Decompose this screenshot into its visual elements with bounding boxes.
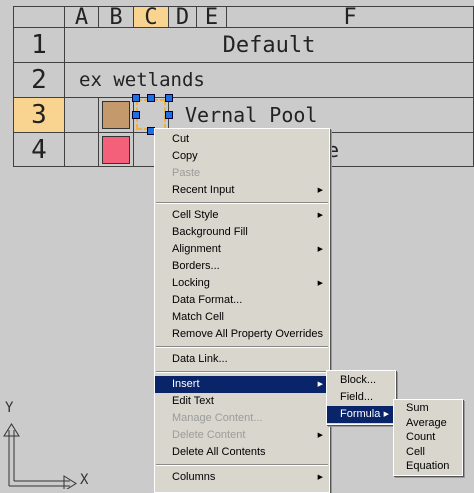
menu-item-delete-all-contents[interactable]: Delete All Contents (155, 444, 329, 461)
column-header-f[interactable]: F (227, 6, 474, 29)
menu-item-insert[interactable]: Insert ▶ (155, 376, 329, 393)
menu-item-recent-input[interactable]: Recent Input ▶ (155, 182, 329, 199)
submenu-item-cell[interactable]: Cell (394, 445, 462, 460)
menu-separator (156, 371, 328, 373)
submenu-arrow-icon: ▶ (317, 432, 323, 439)
submenu-item-formula-label: Formula (340, 408, 381, 420)
menu-item-background-fill[interactable]: Background Fill (155, 224, 329, 241)
row-header-4[interactable]: 4 (13, 133, 65, 167)
title-cell-text: Default (222, 32, 316, 58)
menu-item-locking-label: Locking (172, 277, 210, 289)
selection-grip-middle-left[interactable] (132, 111, 140, 119)
column-header-b[interactable]: B (99, 6, 134, 29)
menu-item-recent-input-label: Recent Input (172, 184, 235, 196)
submenu-item-sum[interactable]: Sum (394, 401, 462, 416)
submenu-item-formula[interactable]: Formula ▶ (327, 406, 395, 423)
submenu-item-block[interactable]: Block... (327, 372, 395, 389)
menu-item-copy[interactable]: Copy (155, 148, 329, 165)
submenu-arrow-icon: ▶ (317, 474, 323, 481)
menu-separator (156, 202, 328, 204)
menu-item-match-cell[interactable]: Match Cell (155, 309, 329, 326)
context-menu: Cut Copy Paste Recent Input ▶ Cell Style ▶… (154, 128, 330, 493)
header-cell[interactable]: ex wetlands (65, 63, 474, 98)
submenu-arrow-icon: ▶ (317, 381, 323, 388)
menu-item-columns-label: Columns (172, 471, 216, 483)
title-cell[interactable]: Default (65, 28, 474, 63)
row-header-1[interactable]: 1 (13, 28, 65, 63)
submenu-arrow-icon: ▶ (317, 187, 323, 194)
menu-item-columns[interactable]: Columns ▶ (155, 469, 329, 486)
selection-grip-top-middle[interactable] (147, 94, 155, 102)
menu-item-paste: Paste (172, 167, 201, 179)
menu-item-cell-style[interactable]: Cell Style ▶ (155, 207, 329, 224)
cell-a3[interactable] (65, 98, 99, 133)
menu-item-data-link[interactable]: Data Link... (155, 351, 329, 368)
column-header-c[interactable]: C (134, 6, 169, 29)
menu-item-alignment-label: Alignment (172, 243, 221, 255)
submenu-item-equation[interactable]: Equation (394, 459, 462, 474)
cell-selection-frame (136, 99, 166, 130)
row-header-2[interactable]: 2 (13, 63, 65, 98)
menu-item-delete-content: Delete Content ▶ (155, 427, 329, 444)
row4-swatch (102, 135, 130, 164)
menu-item-data-format[interactable]: Data Format... (155, 292, 329, 309)
selection-grip-middle-right[interactable] (165, 111, 173, 119)
cell-a4[interactable] (65, 133, 99, 167)
menu-separator (156, 346, 328, 348)
menu-item-remove-overrides[interactable]: Remove All Property Overrides (155, 326, 329, 343)
column-header-corner (13, 6, 65, 28)
submenu-item-field[interactable]: Field... (327, 389, 395, 406)
x-axis-label: X (80, 472, 89, 488)
submenu-arrow-icon: ▶ (317, 246, 323, 253)
column-header-e[interactable]: E (197, 6, 227, 29)
menu-item-alignment[interactable]: Alignment ▶ (155, 241, 329, 258)
menu-separator (156, 464, 328, 466)
menu-item-locking[interactable]: Locking ▶ (155, 275, 329, 292)
menu-item-edit-text[interactable]: Edit Text (155, 393, 329, 410)
menu-item-cut[interactable]: Cut (155, 131, 329, 148)
menu-item-delete-content-label: Delete Content (172, 429, 246, 441)
row-header-3[interactable]: 3 (13, 98, 65, 133)
menu-item-borders[interactable]: Borders... (155, 258, 329, 275)
vernal-pool-text: Vernal Pool (185, 103, 318, 127)
formula-submenu: Sum Average Count Cell Equation (393, 399, 463, 476)
menu-item-cell-style-label: Cell Style (172, 209, 219, 221)
insert-submenu: Block... Field... Formula ▶ (326, 370, 396, 425)
selection-grip-top-right[interactable] (165, 94, 173, 102)
menu-item-manage-content: Manage Content... (172, 412, 263, 424)
column-header-a[interactable]: A (65, 6, 99, 29)
cell-b3[interactable] (99, 98, 134, 133)
header-cell-text: ex wetlands (79, 69, 205, 91)
vernal-pool-swatch (102, 101, 130, 129)
submenu-arrow-icon: ▶ (317, 212, 323, 219)
menu-item-insert-label: Insert (172, 378, 200, 390)
cell-b4[interactable] (99, 133, 134, 167)
column-header-d[interactable]: D (169, 6, 197, 29)
submenu-item-count[interactable]: Count (394, 430, 462, 445)
selection-grip-top-left[interactable] (132, 94, 140, 102)
submenu-arrow-icon: ▶ (383, 411, 389, 418)
submenu-arrow-icon: ▶ (317, 280, 323, 287)
y-axis-label: Y (5, 400, 14, 416)
submenu-item-average[interactable]: Average (394, 416, 462, 431)
